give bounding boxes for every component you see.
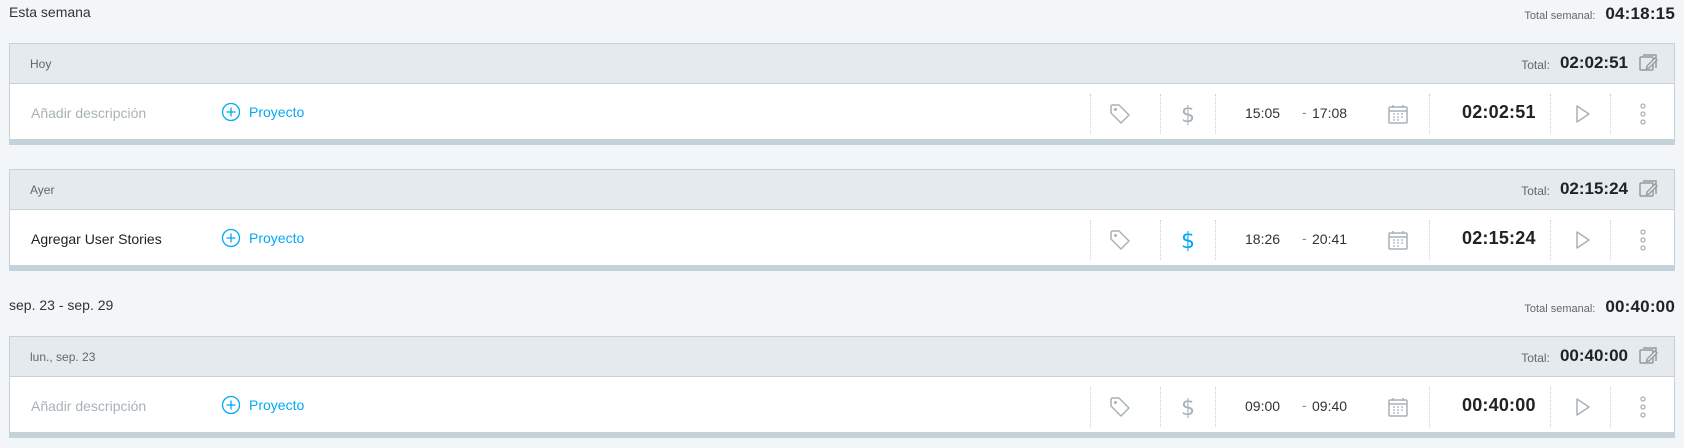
bulk-edit-icon[interactable] — [1638, 345, 1660, 367]
day-total-value: 00:40:00 — [1559, 346, 1628, 365]
day-total-value: 02:02:51 — [1559, 53, 1628, 72]
start-time[interactable]: 09:00 — [1245, 398, 1280, 414]
day-total: Total: 00:40:00 — [1521, 345, 1660, 367]
plus-circle-icon — [221, 102, 241, 122]
day-total: Total: 02:02:51 — [1521, 52, 1660, 74]
week-total-value: 04:18:15 — [1605, 4, 1675, 23]
day-label: lun., sep. 23 — [30, 350, 96, 364]
svg-text:$: $ — [1181, 229, 1195, 252]
divider — [1215, 387, 1216, 427]
divider — [1160, 387, 1161, 427]
more-vertical-icon[interactable] — [1631, 102, 1655, 126]
day-header: Ayer Total: 02:15:24 — [10, 170, 1674, 210]
project-picker[interactable]: Proyecto — [221, 102, 304, 122]
divider — [1610, 220, 1611, 260]
time-separator: - — [1302, 230, 1307, 246]
day-total-label: Total: — [1521, 184, 1550, 198]
day-card: Ayer Total: 02:15:24 Agregar User Storie… — [9, 169, 1675, 271]
week-total-label: Total semanal: — [1524, 303, 1596, 315]
end-time[interactable]: 17:08 — [1312, 105, 1347, 121]
svg-text:$: $ — [1181, 396, 1195, 419]
time-separator: - — [1302, 397, 1307, 413]
project-label: Proyecto — [249, 397, 305, 413]
week-total: Total semanal: 00:40:00 — [1524, 297, 1675, 317]
project-picker[interactable]: Proyecto — [221, 228, 304, 248]
divider — [1429, 94, 1430, 134]
divider — [1610, 387, 1611, 427]
divider — [1090, 387, 1091, 427]
time-entry-row: Añadir descripción Proyecto $ 15:05 - 17… — [10, 84, 1674, 144]
day-total-value: 02:15:24 — [1559, 179, 1628, 198]
tag-icon[interactable] — [1108, 102, 1132, 126]
divider — [1160, 220, 1161, 260]
divider — [1215, 220, 1216, 260]
start-time[interactable]: 15:05 — [1245, 105, 1280, 121]
week-total: Total semanal: 04:18:15 — [1524, 4, 1675, 24]
bulk-edit-icon[interactable] — [1638, 52, 1660, 74]
plus-circle-icon — [221, 395, 241, 415]
duration-value[interactable]: 02:15:24 — [1462, 228, 1536, 249]
divider — [1610, 94, 1611, 134]
description-input[interactable]: Añadir descripción — [31, 398, 146, 414]
day-label: Hoy — [30, 57, 52, 71]
calendar-icon[interactable] — [1386, 395, 1410, 419]
description-input[interactable]: Añadir descripción — [31, 105, 146, 121]
time-separator: - — [1302, 104, 1307, 120]
calendar-icon[interactable] — [1386, 102, 1410, 126]
svg-text:$: $ — [1181, 103, 1195, 126]
divider — [1160, 94, 1161, 134]
more-vertical-icon[interactable] — [1631, 395, 1655, 419]
time-entry-row: Agregar User Stories Proyecto $ 18:26 - … — [10, 210, 1674, 270]
dollar-icon[interactable]: $ — [1176, 395, 1200, 419]
day-header: lun., sep. 23 Total: 00:40:00 — [10, 337, 1674, 377]
day-header: Hoy Total: 02:02:51 — [10, 44, 1674, 84]
day-total-label: Total: — [1521, 351, 1550, 365]
time-entry-row: Añadir descripción Proyecto $ 09:00 - 09… — [10, 377, 1674, 437]
day-total-label: Total: — [1521, 58, 1550, 72]
week-label: Esta semana — [9, 4, 91, 20]
play-icon[interactable] — [1570, 228, 1594, 252]
day-card: lun., sep. 23 Total: 00:40:00 Añadir des… — [9, 336, 1675, 438]
divider — [1550, 387, 1551, 427]
play-icon[interactable] — [1570, 395, 1594, 419]
duration-value[interactable]: 00:40:00 — [1462, 395, 1536, 416]
dollar-icon[interactable]: $ — [1176, 102, 1200, 126]
project-label: Proyecto — [249, 104, 305, 120]
divider — [1429, 220, 1430, 260]
week-total-label: Total semanal: — [1524, 10, 1596, 22]
day-card: Hoy Total: 02:02:51 Añadir descripción P… — [9, 43, 1675, 145]
day-label: Ayer — [30, 183, 55, 197]
tag-icon[interactable] — [1108, 228, 1132, 252]
divider — [1215, 94, 1216, 134]
start-time[interactable]: 18:26 — [1245, 231, 1280, 247]
description-input[interactable]: Agregar User Stories — [31, 231, 162, 247]
week-total-value: 00:40:00 — [1605, 297, 1675, 316]
tag-icon[interactable] — [1108, 395, 1132, 419]
divider — [1550, 94, 1551, 134]
divider — [1090, 220, 1091, 260]
play-icon[interactable] — [1570, 102, 1594, 126]
bulk-edit-icon[interactable] — [1638, 178, 1660, 200]
divider — [1090, 94, 1091, 134]
divider — [1550, 220, 1551, 260]
dollar-icon[interactable]: $ — [1176, 228, 1200, 252]
end-time[interactable]: 20:41 — [1312, 231, 1347, 247]
week-label: sep. 23 - sep. 29 — [9, 297, 114, 313]
calendar-icon[interactable] — [1386, 228, 1410, 252]
week-header: Esta semana Total semanal: 04:18:15 — [9, 0, 1675, 24]
week-header: sep. 23 - sep. 29 Total semanal: 00:40:0… — [9, 293, 1675, 317]
project-picker[interactable]: Proyecto — [221, 395, 304, 415]
day-total: Total: 02:15:24 — [1521, 178, 1660, 200]
plus-circle-icon — [221, 228, 241, 248]
project-label: Proyecto — [249, 230, 305, 246]
divider — [1429, 387, 1430, 427]
duration-value[interactable]: 02:02:51 — [1462, 102, 1536, 123]
more-vertical-icon[interactable] — [1631, 228, 1655, 252]
end-time[interactable]: 09:40 — [1312, 398, 1347, 414]
